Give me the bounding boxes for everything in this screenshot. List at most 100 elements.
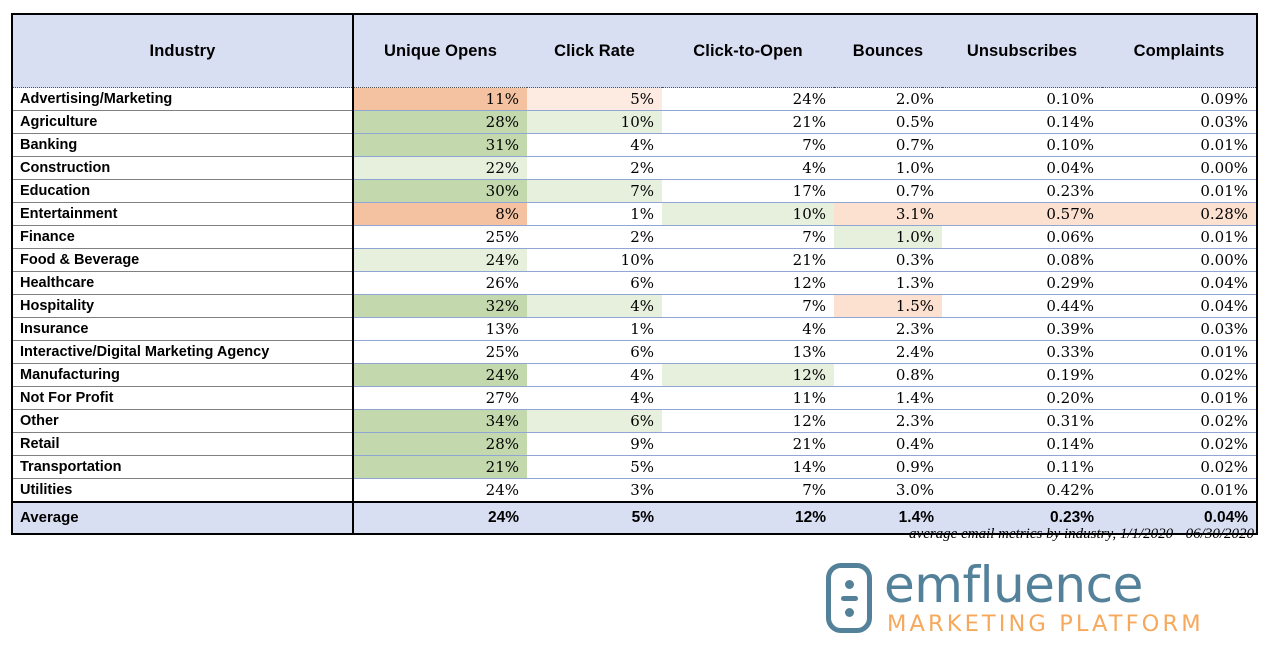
cell-bounces: 0.8%	[834, 363, 942, 387]
table-row: Hospitality 32% 4% 7% 1.5% 0.44% 0.04%	[13, 294, 1256, 318]
cell-unsubscribes: 0.31%	[942, 409, 1102, 433]
cell-complaints: 0.01%	[1102, 225, 1256, 249]
table-row: Manufacturing 24% 4% 12% 0.8% 0.19% 0.02%	[13, 363, 1256, 387]
table-body: Advertising/Marketing 11% 5% 24% 2.0% 0.10% 0.…	[13, 87, 1256, 503]
cell-complaints: 0.03%	[1102, 110, 1256, 134]
column-header-complaints: Complaints	[1102, 15, 1256, 88]
cell-click-rate: 4%	[527, 294, 662, 318]
cell-bounces: 1.5%	[834, 294, 942, 318]
cell-industry: Advertising/Marketing	[13, 87, 354, 111]
table-row: Utilities 24% 3% 7% 3.0% 0.42% 0.01%	[13, 478, 1256, 503]
cell-click-to-open: 21%	[662, 110, 834, 134]
cell-unsubscribes: 0.44%	[942, 294, 1102, 318]
table-row: Healthcare 26% 6% 12% 1.3% 0.29% 0.04%	[13, 271, 1256, 295]
cell-click-rate: 3%	[527, 478, 662, 503]
column-header-bounces: Bounces	[834, 15, 942, 88]
cell-bounces: 0.7%	[834, 179, 942, 203]
cell-click-rate: 10%	[527, 248, 662, 272]
logo-dash-icon	[840, 595, 858, 601]
cell-click-rate: 2%	[527, 225, 662, 249]
cell-complaints: 0.01%	[1102, 478, 1256, 503]
cell-complaints: 0.02%	[1102, 432, 1256, 456]
cell-click-to-open: 7%	[662, 294, 834, 318]
cell-unique-opens: 8%	[353, 202, 527, 226]
cell-click-rate: 5%	[527, 87, 662, 111]
cell-complaints: 0.00%	[1102, 156, 1256, 180]
cell-unsubscribes: 0.04%	[942, 156, 1102, 180]
table-row: Advertising/Marketing 11% 5% 24% 2.0% 0.10% 0.…	[13, 87, 1256, 111]
table-row: Food & Beverage 24% 10% 21% 0.3% 0.08% 0.00%	[13, 248, 1256, 272]
cell-unique-opens: 32%	[353, 294, 527, 318]
cell-industry: Construction	[13, 156, 354, 180]
average-click-rate: 5%	[527, 502, 662, 533]
cell-bounces: 2.3%	[834, 409, 942, 433]
cell-unsubscribes: 0.08%	[942, 248, 1102, 272]
cell-industry: Utilities	[13, 478, 354, 503]
cell-unique-opens: 13%	[353, 317, 527, 341]
cell-unique-opens: 25%	[353, 225, 527, 249]
cell-unique-opens: 21%	[353, 455, 527, 479]
cell-industry: Interactive/Digital Marketing Agency	[13, 340, 354, 364]
cell-unique-opens: 24%	[353, 478, 527, 503]
cell-unsubscribes: 0.10%	[942, 133, 1102, 157]
cell-bounces: 2.4%	[834, 340, 942, 364]
cell-complaints: 0.01%	[1102, 179, 1256, 203]
cell-click-to-open: 21%	[662, 248, 834, 272]
cell-unsubscribes: 0.20%	[942, 386, 1102, 410]
column-header-unique-opens: Unique Opens	[353, 15, 527, 88]
cell-bounces: 3.1%	[834, 202, 942, 226]
cell-click-to-open: 4%	[662, 317, 834, 341]
cell-unique-opens: 31%	[353, 133, 527, 157]
email-metrics-table: Industry Unique Opens Click Rate Click-t…	[13, 15, 1256, 533]
cell-complaints: 0.01%	[1102, 133, 1256, 157]
table-row: Transportation 21% 5% 14% 0.9% 0.11% 0.02%	[13, 455, 1256, 479]
cell-click-to-open: 10%	[662, 202, 834, 226]
cell-click-rate: 2%	[527, 156, 662, 180]
cell-industry: Manufacturing	[13, 363, 354, 387]
cell-unsubscribes: 0.19%	[942, 363, 1102, 387]
cell-click-rate: 4%	[527, 133, 662, 157]
cell-bounces: 0.3%	[834, 248, 942, 272]
report-page: Industry Unique Opens Click Rate Click-t…	[0, 0, 1268, 645]
cell-click-rate: 4%	[527, 386, 662, 410]
table-caption: average email metrics by industry, 1/1/2…	[909, 526, 1254, 542]
cell-unsubscribes: 0.42%	[942, 478, 1102, 503]
cell-unsubscribes: 0.29%	[942, 271, 1102, 295]
average-click-to-open: 12%	[662, 502, 834, 533]
cell-click-rate: 6%	[527, 409, 662, 433]
table-row: Retail 28% 9% 21% 0.4% 0.14% 0.02%	[13, 432, 1256, 456]
cell-complaints: 0.28%	[1102, 202, 1256, 226]
table-row: Other 34% 6% 12% 2.3% 0.31% 0.02%	[13, 409, 1256, 433]
table-row: Insurance 13% 1% 4% 2.3% 0.39% 0.03%	[13, 317, 1256, 341]
table-header: Industry Unique Opens Click Rate Click-t…	[13, 15, 1256, 88]
cell-unsubscribes: 0.57%	[942, 202, 1102, 226]
cell-complaints: 0.02%	[1102, 455, 1256, 479]
table-row: Interactive/Digital Marketing Agency 25% 6…	[13, 340, 1256, 364]
cell-click-to-open: 11%	[662, 386, 834, 410]
email-metrics-table-container: Industry Unique Opens Click Rate Click-t…	[11, 13, 1258, 535]
cell-complaints: 0.04%	[1102, 294, 1256, 318]
average-label: Average	[13, 502, 354, 533]
logo-dot-top-icon	[844, 579, 854, 589]
cell-click-rate: 6%	[527, 340, 662, 364]
cell-unique-opens: 34%	[353, 409, 527, 433]
average-unique-opens: 24%	[353, 502, 527, 533]
cell-unsubscribes: 0.14%	[942, 110, 1102, 134]
table-row: Not For Profit 27% 4% 11% 1.4% 0.20% 0.01%	[13, 386, 1256, 410]
cell-click-to-open: 7%	[662, 225, 834, 249]
cell-click-to-open: 21%	[662, 432, 834, 456]
cell-industry: Transportation	[13, 455, 354, 479]
table-row: Banking 31% 4% 7% 0.7% 0.10% 0.01%	[13, 133, 1256, 157]
cell-unique-opens: 30%	[353, 179, 527, 203]
cell-click-rate: 5%	[527, 455, 662, 479]
cell-industry: Not For Profit	[13, 386, 354, 410]
cell-bounces: 1.0%	[834, 156, 942, 180]
cell-complaints: 0.03%	[1102, 317, 1256, 341]
cell-click-rate: 6%	[527, 271, 662, 295]
cell-unsubscribes: 0.14%	[942, 432, 1102, 456]
cell-click-to-open: 12%	[662, 271, 834, 295]
cell-complaints: 0.01%	[1102, 386, 1256, 410]
cell-unsubscribes: 0.39%	[942, 317, 1102, 341]
cell-click-rate: 9%	[527, 432, 662, 456]
cell-industry: Education	[13, 179, 354, 203]
